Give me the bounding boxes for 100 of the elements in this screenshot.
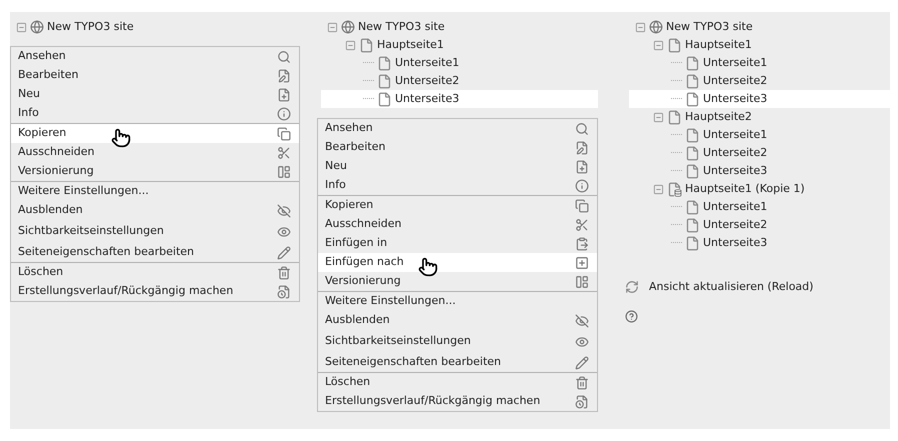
- page-icon: [667, 38, 682, 52]
- page-icon: [377, 56, 392, 70]
- tree-item[interactable]: Unterseite2: [703, 72, 768, 90]
- tree-item[interactable]: Unterseite2: [703, 216, 768, 234]
- menu-item[interactable]: Kopieren: [318, 196, 597, 215]
- trash-icon: [575, 376, 589, 390]
- tree-item[interactable]: Unterseite3: [395, 90, 460, 108]
- reload-link[interactable]: Ansicht aktualisieren (Reload): [625, 279, 890, 296]
- menu-item[interactable]: Weitere Einstellungen...: [11, 182, 299, 201]
- menu-item[interactable]: Ausblenden: [11, 201, 299, 220]
- menu-item[interactable]: Bearbeiten: [318, 138, 597, 157]
- tree-item[interactable]: Hauptseite2: [685, 108, 752, 126]
- refresh-icon: [625, 280, 639, 294]
- menu-item[interactable]: Ausblenden: [318, 311, 597, 330]
- menu-item[interactable]: Versionierung: [11, 162, 299, 181]
- tree-item[interactable]: Hauptseite1: [685, 36, 752, 54]
- globe-icon: [30, 20, 44, 34]
- page-icon: [359, 38, 374, 52]
- pencil-icon: [277, 246, 291, 260]
- menu-item[interactable]: Versionierung: [318, 272, 597, 291]
- tree-item[interactable]: Unterseite3: [703, 234, 768, 252]
- menu-item[interactable]: Neu: [11, 85, 299, 104]
- menu-item[interactable]: Löschen: [11, 263, 299, 282]
- tree-item[interactable]: Unterseite1: [703, 54, 768, 72]
- hidden-eye-icon: [277, 204, 291, 218]
- collapse-toggle-icon[interactable]: [345, 40, 356, 50]
- menu-item[interactable]: Seiteneigenschaften bearbeiten: [11, 243, 299, 262]
- globe-icon: [649, 20, 663, 34]
- tree-item[interactable]: Unterseite2: [395, 72, 460, 90]
- tree-item[interactable]: Hauptseite1 (Kopie 1): [685, 180, 805, 198]
- tree-item[interactable]: New TYPO3 site: [666, 18, 753, 36]
- tree-item[interactable]: Unterseite1: [703, 126, 768, 144]
- tree-item[interactable]: New TYPO3 site: [358, 18, 445, 36]
- page-icon: [377, 92, 392, 106]
- menu-item[interactable]: Bearbeiten: [11, 66, 299, 85]
- menu-item[interactable]: Erstellungsverlauf/Rückgängig machen: [318, 392, 597, 411]
- globe-icon: [341, 20, 355, 34]
- history-icon: [575, 394, 589, 408]
- copy-icon: [277, 126, 291, 140]
- menu-item[interactable]: Ansehen: [11, 47, 299, 66]
- menu-item[interactable]: Löschen: [318, 373, 597, 392]
- info-icon: [277, 106, 291, 120]
- eye-icon: [575, 334, 589, 348]
- page-icon: [685, 56, 700, 70]
- page-icon: [685, 146, 700, 160]
- page-icon: [685, 218, 700, 232]
- scissors-icon: [575, 218, 589, 232]
- collapse-toggle-icon[interactable]: [653, 184, 664, 194]
- page-copy-icon: [667, 182, 682, 196]
- tree-item[interactable]: Unterseite3: [703, 162, 768, 180]
- edit-icon: [575, 140, 589, 154]
- plus-box-icon: [575, 256, 589, 270]
- help-icon[interactable]: [625, 310, 638, 322]
- hand-cursor-icon: [111, 128, 131, 148]
- collapse-toggle-icon[interactable]: [653, 40, 664, 50]
- page-icon: [377, 74, 392, 88]
- search-icon: [575, 122, 589, 136]
- menu-item[interactable]: Ausschneiden: [318, 215, 597, 234]
- search-icon: [277, 50, 291, 64]
- trash-icon: [277, 266, 291, 280]
- collapse-toggle-icon[interactable]: [16, 22, 27, 32]
- page-icon: [685, 128, 700, 142]
- hidden-eye-icon: [575, 314, 589, 328]
- menu-item[interactable]: Info: [11, 104, 299, 123]
- copy-icon: [575, 198, 589, 212]
- tree-item[interactable]: Unterseite1: [703, 198, 768, 216]
- menu-item[interactable]: Erstellungsverlauf/Rückgängig machen: [11, 282, 299, 301]
- menu-item[interactable]: Ansehen: [318, 119, 597, 138]
- page-icon: [685, 200, 700, 214]
- collapse-toggle-icon[interactable]: [327, 22, 338, 32]
- tree-item[interactable]: New TYPO3 site: [47, 18, 134, 36]
- new-page-icon: [277, 88, 291, 102]
- collapse-toggle-icon[interactable]: [635, 22, 646, 32]
- menu-item[interactable]: Sichtbarkeitseinstellungen: [318, 330, 597, 353]
- menu-item[interactable]: Sichtbarkeitseinstellungen: [11, 220, 299, 243]
- page-icon: [685, 164, 700, 178]
- hand-cursor-icon: [418, 257, 438, 277]
- panels-icon: [277, 164, 291, 178]
- new-page-icon: [575, 160, 589, 174]
- pencil-icon: [575, 356, 589, 370]
- history-icon: [277, 284, 291, 298]
- tree-item[interactable]: Hauptseite1: [377, 36, 444, 54]
- collapse-toggle-icon[interactable]: [653, 112, 664, 122]
- page-icon: [667, 110, 682, 124]
- eye-icon: [277, 224, 291, 238]
- menu-item[interactable]: Seiteneigenschaften bearbeiten: [318, 353, 597, 372]
- tree-item[interactable]: Unterseite1: [395, 54, 460, 72]
- menu-item[interactable]: Info: [318, 176, 597, 195]
- tree-item[interactable]: Unterseite2: [703, 144, 768, 162]
- scissors-icon: [277, 146, 291, 160]
- page-icon: [685, 74, 700, 88]
- info-icon: [575, 178, 589, 192]
- menu-item[interactable]: Ausschneiden: [11, 143, 299, 162]
- page-icon: [685, 236, 700, 250]
- menu-item[interactable]: Neu: [318, 157, 597, 176]
- menu-item[interactable]: Weitere Einstellungen...: [318, 292, 597, 311]
- panels-icon: [575, 274, 589, 288]
- page-icon: [685, 92, 700, 106]
- menu-item[interactable]: Einfügen in: [318, 234, 597, 253]
- tree-item[interactable]: Unterseite3: [703, 90, 768, 108]
